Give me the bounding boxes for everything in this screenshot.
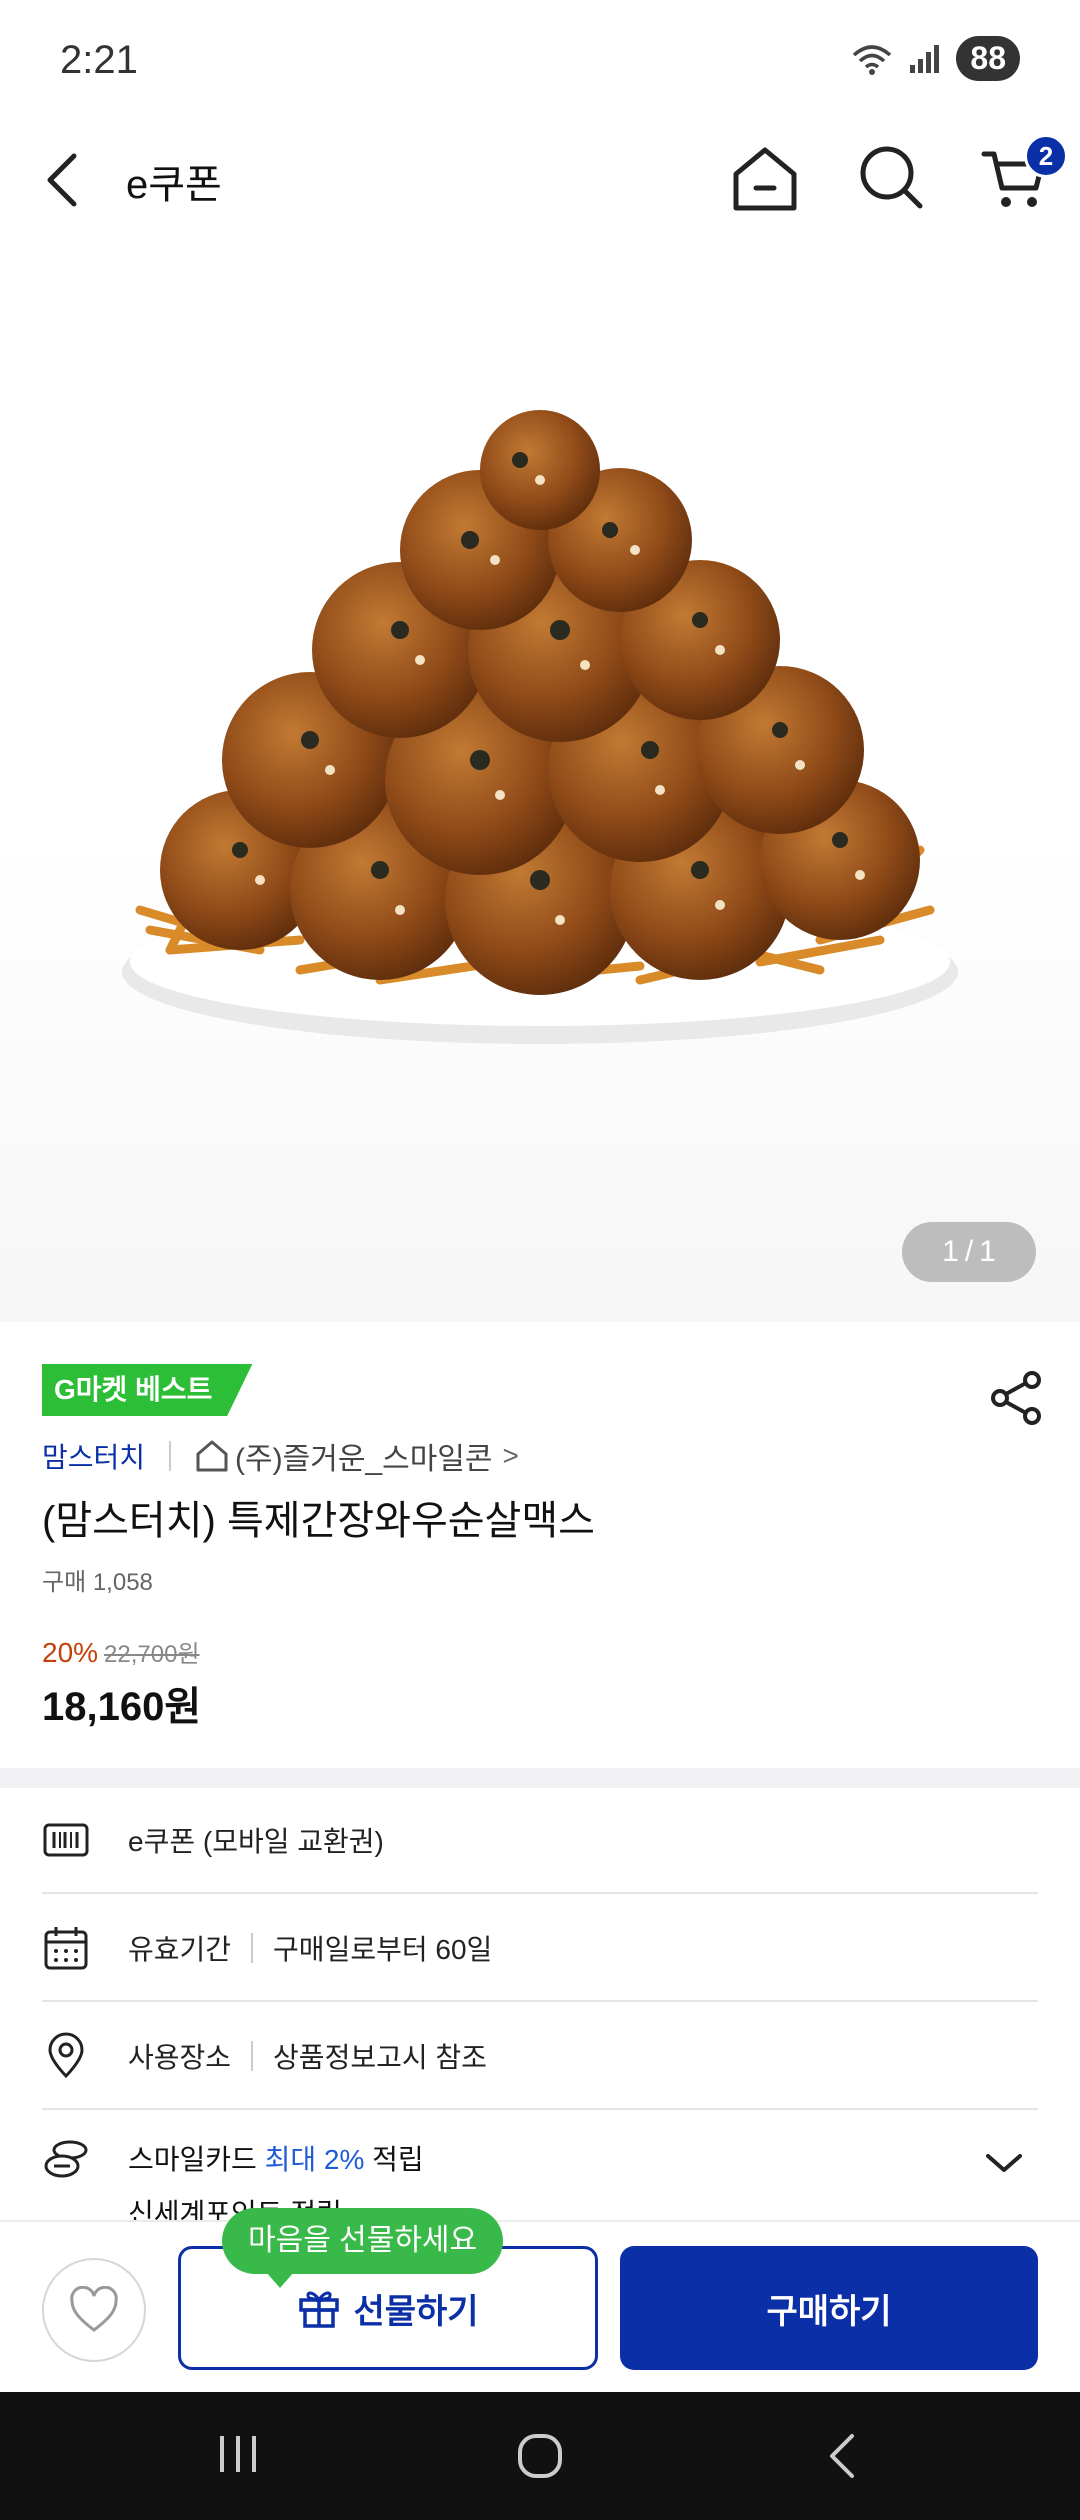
validity-label: 유효기간: [128, 1934, 232, 1965]
status-time: 2:21: [60, 38, 138, 82]
product-image[interactable]: 1 / 1: [0, 250, 1080, 1322]
image-counter: 1 / 1: [902, 1222, 1036, 1282]
validity-value: 구매일로부터 60일: [273, 1934, 493, 1965]
status-icons: 88: [850, 36, 1020, 81]
barcode-icon: [43, 1823, 89, 1857]
coin-stack-icon: [44, 2140, 88, 2178]
fried-chicken-image: [122, 410, 958, 1044]
wifi-icon: [853, 44, 892, 75]
coupon-type-text: e쿠폰 (모바일 교환권): [128, 1826, 384, 1857]
shop-home-icon: [196, 1440, 228, 1472]
recent-apps-icon[interactable]: [214, 2430, 262, 2478]
chevron-down-icon[interactable]: [982, 2148, 1026, 2178]
location-label: 사용장소: [128, 2042, 232, 2073]
system-nav-bar: [0, 2392, 1080, 2520]
cart-count-badge: 2: [1024, 134, 1068, 178]
buy-button[interactable]: 구매하기: [620, 2246, 1038, 2370]
card-highlight: 최대 2%: [264, 2144, 365, 2175]
wishlist-button[interactable]: [42, 2258, 146, 2362]
card-suffix: 적립: [364, 2144, 424, 2175]
home-icon[interactable]: [728, 144, 802, 214]
signal-icon: [910, 44, 940, 73]
sale-price: 18,160원: [42, 1685, 202, 1729]
image-counter-total: 1: [979, 1235, 996, 1268]
back-arrow-icon[interactable]: [38, 150, 90, 210]
product-title: (맘스터치) 특제간장와우순살맥스: [42, 1499, 595, 1543]
purchase-count: 구매 1,058: [42, 1569, 153, 1596]
app-header: e쿠폰 2: [0, 130, 1080, 230]
shop-link[interactable]: (주)즐거운_스마일콘: [235, 1434, 492, 1478]
gift-icon: [299, 2291, 340, 2328]
validity-row: 유효기간 구매일로부터 60일: [42, 1896, 1038, 2002]
card-benefit-text: 스마일카드 최대 2% 적립: [128, 2138, 424, 2178]
home-nav-icon[interactable]: [514, 2430, 566, 2482]
gift-button-label: 선물하기: [353, 2292, 479, 2331]
location-pin-icon: [48, 2032, 84, 2079]
gift-tooltip: 마음을 선물하세요: [222, 2208, 504, 2288]
status-bar: 2:21 88: [0, 0, 1080, 120]
best-badge: G마켓 베스트: [42, 1364, 253, 1416]
location-value: 상품정보고시 참조: [273, 2042, 487, 2073]
price-row: 20% 22,700원: [42, 1634, 200, 1669]
search-icon[interactable]: [856, 142, 926, 212]
product-info: G마켓 베스트 맘스터치 (주)즐거운_스마일콘 > (맘스터치) 특제간장와우…: [0, 1322, 1080, 1768]
image-counter-separator: /: [964, 1235, 974, 1268]
calendar-icon: [44, 1927, 88, 1970]
page-title: e쿠폰: [126, 163, 222, 207]
coupon-type-row: e쿠폰 (모바일 교환권): [42, 1788, 1038, 1894]
brand-link[interactable]: 맘스터치: [42, 1436, 145, 1476]
heart-icon: [70, 2286, 118, 2332]
bottom-action-bar: 선물하기 마음을 선물하세요 구매하기: [0, 2208, 1080, 2392]
share-icon[interactable]: [988, 1370, 1044, 1426]
discount-rate: 20%: [42, 1637, 99, 1668]
back-nav-icon[interactable]: [820, 2430, 864, 2482]
divider: [169, 1441, 172, 1471]
original-price: 22,700원: [104, 1641, 200, 1668]
battery-indicator: 88: [956, 36, 1020, 81]
shop-chevron-icon: >: [502, 1440, 519, 1471]
divider: [251, 2041, 254, 2071]
card-prefix: 스마일카드: [128, 2144, 265, 2175]
image-counter-current: 1: [942, 1235, 959, 1268]
brand-row: 맘스터치 (주)즐거운_스마일콘 >: [42, 1434, 519, 1478]
location-row: 사용장소 상품정보고시 참조: [42, 2004, 1038, 2110]
card-benefit-row[interactable]: 스마일카드 최대 2% 적립 신세계포인트 적립: [42, 2108, 1038, 2229]
section-divider: [0, 1768, 1080, 1788]
divider: [251, 1933, 254, 1963]
